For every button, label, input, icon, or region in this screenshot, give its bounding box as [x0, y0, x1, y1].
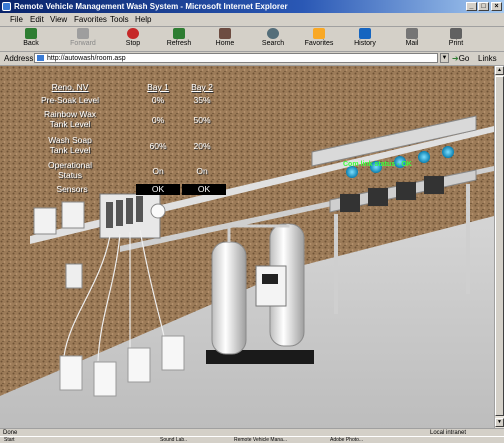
table-leg-left — [334, 214, 338, 314]
pump-module-3 — [396, 182, 416, 200]
wash-soap-bay1-value: 60% — [149, 141, 167, 151]
forward-button[interactable]: Forward — [66, 28, 100, 50]
page-icon — [37, 55, 44, 61]
chemical-jug-4 — [161, 335, 185, 371]
valve-knob — [150, 203, 166, 219]
back-arrow-icon — [25, 28, 37, 39]
chemical-jug-3 — [127, 347, 151, 383]
scroll-down-button[interactable]: ▼ — [495, 418, 504, 427]
window-title: Remote Vehicle Management Wash System - … — [14, 2, 288, 11]
presoak-bay2-value: 35% — [193, 95, 211, 105]
menu-help[interactable]: Help — [135, 15, 151, 24]
favorites-icon — [313, 28, 325, 39]
pump-module-2 — [368, 188, 388, 206]
pump-module-4 — [424, 176, 444, 194]
go-arrow-icon: ➔ — [452, 54, 459, 63]
rainbow-wax-bay1-value: 0% — [151, 115, 165, 125]
menu-view[interactable]: View — [50, 15, 67, 24]
ie-app-icon — [2, 2, 11, 11]
presoak-label: Pre-Soak Level — [40, 95, 100, 105]
stop-button[interactable]: Stop — [118, 28, 148, 50]
mail-button[interactable]: Mail — [398, 28, 426, 50]
operational-status-label: Operational Status — [48, 160, 92, 180]
stop-icon — [127, 28, 139, 39]
go-button[interactable]: ➔Go — [452, 54, 469, 63]
search-icon — [267, 28, 279, 39]
refresh-icon — [173, 28, 185, 39]
refresh-button[interactable]: Refresh — [162, 28, 196, 50]
back-button[interactable]: Back — [14, 28, 48, 50]
links-button[interactable]: Links — [478, 54, 497, 63]
softener-controller — [255, 265, 287, 307]
sensor-module-2 — [116, 200, 123, 226]
address-bar: Address http://autowash/room.asp ▼ ➔Go L… — [0, 52, 504, 66]
outlet-box — [65, 263, 83, 289]
switch-box-1 — [33, 207, 57, 235]
taskbar-item-adobe-photo[interactable]: Adobe Photo... — [330, 437, 363, 443]
home-icon — [219, 28, 231, 39]
mail-icon — [406, 28, 418, 39]
menu-tools[interactable]: Tools — [110, 15, 129, 24]
operational-bay1-value: On — [152, 166, 164, 176]
taskbar-item-remote-vehicle[interactable]: Remote Vehicle Mana... — [234, 437, 287, 443]
history-icon — [359, 28, 371, 39]
minimize-button[interactable]: _ — [466, 2, 477, 11]
sensors-bay2-status: OK — [182, 184, 226, 195]
menu-edit[interactable]: Edit — [30, 15, 44, 24]
forward-arrow-icon — [77, 28, 89, 39]
operational-bay2-value: On — [196, 166, 208, 176]
chemical-jug-2 — [93, 361, 117, 397]
history-button[interactable]: History — [348, 28, 382, 50]
controller-display — [262, 274, 278, 284]
toolbar: Back Forward Stop Refresh Home Search Fa… — [0, 27, 504, 52]
wash-soap-label: Wash Soap Tank Level — [48, 135, 92, 155]
favorites-button[interactable]: Favorites — [300, 28, 338, 50]
menu-bar: File Edit View Favorites Tools Help — [0, 13, 504, 27]
presoak-bay1-value: 0% — [151, 95, 165, 105]
pump-indicator-4 — [418, 151, 430, 163]
switch-box-2 — [61, 201, 85, 229]
comm-link-status: Com link status - OK — [343, 161, 412, 168]
search-button[interactable]: Search — [256, 28, 290, 50]
close-button[interactable]: × — [491, 2, 502, 11]
maximize-button[interactable]: □ — [478, 2, 489, 11]
bay2-header: Bay 2 — [191, 82, 213, 92]
water-tank-left — [211, 241, 247, 355]
address-dropdown-button[interactable]: ▼ — [440, 53, 449, 63]
rainbow-wax-bay2-value: 50% — [193, 115, 211, 125]
home-button[interactable]: Home — [210, 28, 240, 50]
sensor-module-4 — [136, 196, 143, 222]
bay1-header: Bay 1 — [147, 82, 169, 92]
scroll-up-button[interactable]: ▲ — [495, 66, 504, 75]
sensors-label: Sensors — [56, 184, 88, 194]
chemical-jug-1 — [59, 355, 83, 391]
scroll-thumb[interactable] — [495, 76, 504, 416]
taskbar-item-sound-lab[interactable]: Sound Lab.. — [160, 437, 187, 443]
start-button[interactable]: Start — [4, 437, 15, 443]
pump-indicator-5 — [442, 146, 454, 158]
menu-favorites[interactable]: Favorites — [74, 15, 107, 24]
sensors-bay1-status: OK — [136, 184, 180, 195]
wash-soap-bay2-value: 20% — [193, 141, 211, 151]
print-button[interactable]: Print — [442, 28, 470, 50]
sensor-module-3 — [126, 198, 133, 224]
address-label: Address — [4, 54, 34, 63]
sensor-module-1 — [106, 202, 113, 228]
menu-file[interactable]: File — [10, 15, 23, 24]
address-input[interactable]: http://autowash/room.asp — [34, 53, 438, 63]
pump-module-1 — [340, 194, 360, 212]
page-content: Reno, NV Bay 1 Bay 2 Pre-Soak Level 0% 3… — [0, 66, 494, 428]
address-url: http://autowash/room.asp — [47, 55, 126, 62]
rainbow-wax-label: Rainbow Wax Tank Level — [43, 109, 97, 129]
print-icon — [450, 28, 462, 39]
vertical-scrollbar[interactable]: ▲ ▼ — [494, 66, 504, 428]
title-bar: Remote Vehicle Management Wash System - … — [0, 0, 504, 13]
table-leg-right — [466, 184, 470, 294]
location-label: Reno, NV — [51, 82, 89, 92]
